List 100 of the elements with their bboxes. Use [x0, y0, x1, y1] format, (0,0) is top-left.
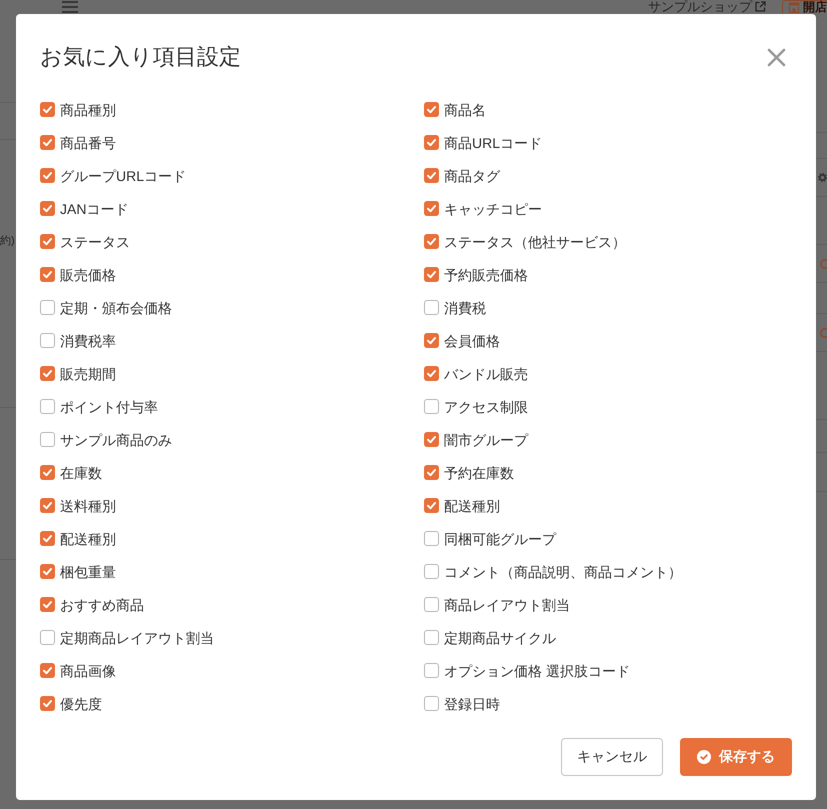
close-icon: [767, 48, 786, 66]
checkbox[interactable]: [40, 696, 55, 711]
check-icon: [426, 467, 437, 478]
checkbox-label: 販売期間: [60, 364, 116, 382]
checkbox[interactable]: [40, 399, 55, 414]
checkbox[interactable]: [424, 234, 439, 249]
checkbox[interactable]: [424, 498, 439, 513]
check-icon: [426, 368, 437, 379]
check-icon: [426, 236, 437, 247]
check-icon: [42, 269, 53, 280]
checkbox-label: サンプル商品のみ: [60, 430, 172, 448]
checkbox[interactable]: [424, 168, 439, 183]
checkbox[interactable]: [424, 465, 439, 480]
checkbox-label: 商品種別: [60, 100, 116, 118]
cancel-button[interactable]: キャンセル: [561, 738, 663, 776]
checkbox-label: 配送種別: [60, 530, 116, 548]
checkbox-label: グループURLコード: [60, 166, 186, 184]
checkbox-label: 定期商品サイクル: [444, 628, 556, 646]
checkbox[interactable]: [40, 465, 55, 480]
checkbox-label: 闇市グループ: [444, 430, 528, 448]
checkbox[interactable]: [40, 135, 55, 150]
checkbox-label: 在庫数: [60, 464, 102, 482]
checkbox[interactable]: [424, 432, 439, 447]
external-link-icon: [755, 1, 766, 12]
checkbox-label: 会員価格: [444, 332, 500, 350]
checkbox-label: 優先度: [60, 694, 102, 712]
checkbox[interactable]: [40, 333, 55, 348]
checkbox[interactable]: [40, 630, 55, 645]
checkbox[interactable]: [40, 300, 55, 315]
checkbox-label: ステータス: [60, 232, 130, 250]
checkbox[interactable]: [40, 168, 55, 183]
checkbox[interactable]: [424, 564, 439, 579]
checkbox-label: 定期商品レイアウト割当: [60, 628, 214, 646]
check-icon: [426, 170, 437, 181]
check-icon: [42, 236, 53, 247]
check-icon: [42, 566, 53, 577]
checkbox-label: 商品名: [444, 100, 486, 118]
menu-icon[interactable]: [62, 1, 78, 13]
checkbox[interactable]: [424, 102, 439, 117]
checkbox[interactable]: [40, 267, 55, 282]
checkbox[interactable]: [424, 597, 439, 612]
checkbox[interactable]: [424, 201, 439, 216]
checkbox-label: 商品URLコード: [444, 134, 542, 152]
checkbox[interactable]: [424, 531, 439, 546]
save-button[interactable]: 保存する: [680, 738, 792, 776]
check-icon: [42, 137, 53, 148]
checkbox-label: JANコード: [60, 200, 128, 218]
checkbox-label: 消費税率: [60, 332, 116, 350]
checkbox[interactable]: [424, 696, 439, 711]
settings-icon[interactable]: [818, 173, 827, 182]
checkbox-label: 予約在庫数: [444, 464, 514, 482]
checkbox[interactable]: [424, 366, 439, 381]
checkbox[interactable]: [40, 366, 55, 381]
check-icon: [426, 203, 437, 214]
checkbox-label: オプション価格 選択肢コード: [444, 662, 630, 680]
checkbox[interactable]: [424, 300, 439, 315]
checkbox[interactable]: [40, 234, 55, 249]
check-icon: [426, 335, 437, 346]
checkbox-label: コメント（商品説明、商品コメント）: [444, 562, 682, 580]
checkbox[interactable]: [40, 432, 55, 447]
checkbox-label: おすすめ商品: [60, 596, 144, 614]
checkbox[interactable]: [424, 135, 439, 150]
checkbox-label: 商品タグ: [444, 166, 500, 184]
check-icon: [42, 599, 53, 610]
checkbox[interactable]: [424, 630, 439, 645]
check-icon: [42, 500, 53, 511]
checkbox-label: 商品番号: [60, 134, 116, 152]
check-icon: [426, 500, 437, 511]
table-cell-text: 約): [0, 234, 15, 248]
checkbox[interactable]: [424, 663, 439, 678]
checkbox[interactable]: [40, 597, 55, 612]
checkbox[interactable]: [424, 399, 439, 414]
check-icon: [42, 368, 53, 379]
checkbox[interactable]: [424, 333, 439, 348]
check-icon: [42, 467, 53, 478]
checkbox-label: 予約販売価格: [444, 266, 528, 284]
shop-link[interactable]: サンプルショップ: [648, 0, 766, 14]
checkbox[interactable]: [40, 201, 55, 216]
checkbox-label: 販売価格: [60, 266, 116, 284]
checkbox-label: 同梱可能グループ: [444, 530, 556, 548]
check-icon: [42, 203, 53, 214]
checkbox-label: 定期・頒布会価格: [60, 298, 172, 316]
checkbox[interactable]: [40, 564, 55, 579]
check-icon: [426, 104, 437, 115]
check-icon: [426, 434, 437, 445]
checkbox[interactable]: [40, 498, 55, 513]
check-circle-icon: [697, 750, 711, 764]
checkbox-label: 配送種別: [444, 496, 500, 514]
checkbox[interactable]: [40, 102, 55, 117]
checkbox[interactable]: [40, 663, 55, 678]
checkbox-label: 商品画像: [60, 662, 116, 680]
close-button[interactable]: [767, 48, 786, 66]
checkbox-label: 登録日時: [444, 694, 500, 712]
checkbox-label: キャッチコピー: [444, 200, 542, 218]
dialog-title: お気に入り項目設定: [40, 43, 241, 71]
checkbox[interactable]: [40, 531, 55, 546]
checkbox[interactable]: [424, 267, 439, 282]
checkbox-label: 送料種別: [60, 496, 116, 514]
check-icon: [42, 104, 53, 115]
checkbox-label: ステータス（他社サービス）: [444, 232, 626, 250]
